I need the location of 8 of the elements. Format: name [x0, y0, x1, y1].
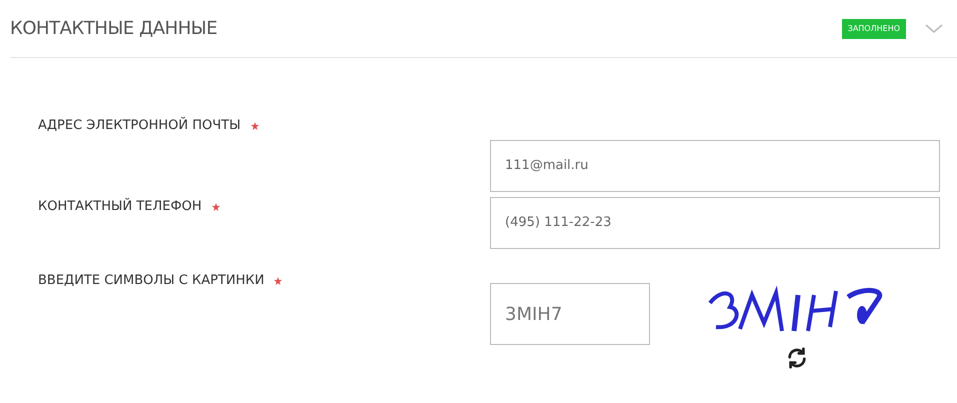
field-label: ВВЕДИТЕ СИМВОЛЫ С КАРТИНКИ: [38, 272, 264, 290]
field-label: КОНТАКТНЫЙ ТЕЛЕФОН: [38, 197, 202, 216]
input-field[interactable]: (495) 111-22-23: [490, 197, 940, 249]
input-field[interactable]: 3MIH7: [490, 283, 650, 345]
status-badge: ЗАПОЛНЕНО: [842, 18, 906, 38]
section-title: КОНТАКТНЫЕ ДАННЫЕ: [10, 17, 218, 41]
input-field[interactable]: 111@mail.ru: [490, 140, 940, 192]
field-label: АДРЕС ЭЛЕКТРОННОЙ ПОЧТЫ: [38, 116, 241, 135]
